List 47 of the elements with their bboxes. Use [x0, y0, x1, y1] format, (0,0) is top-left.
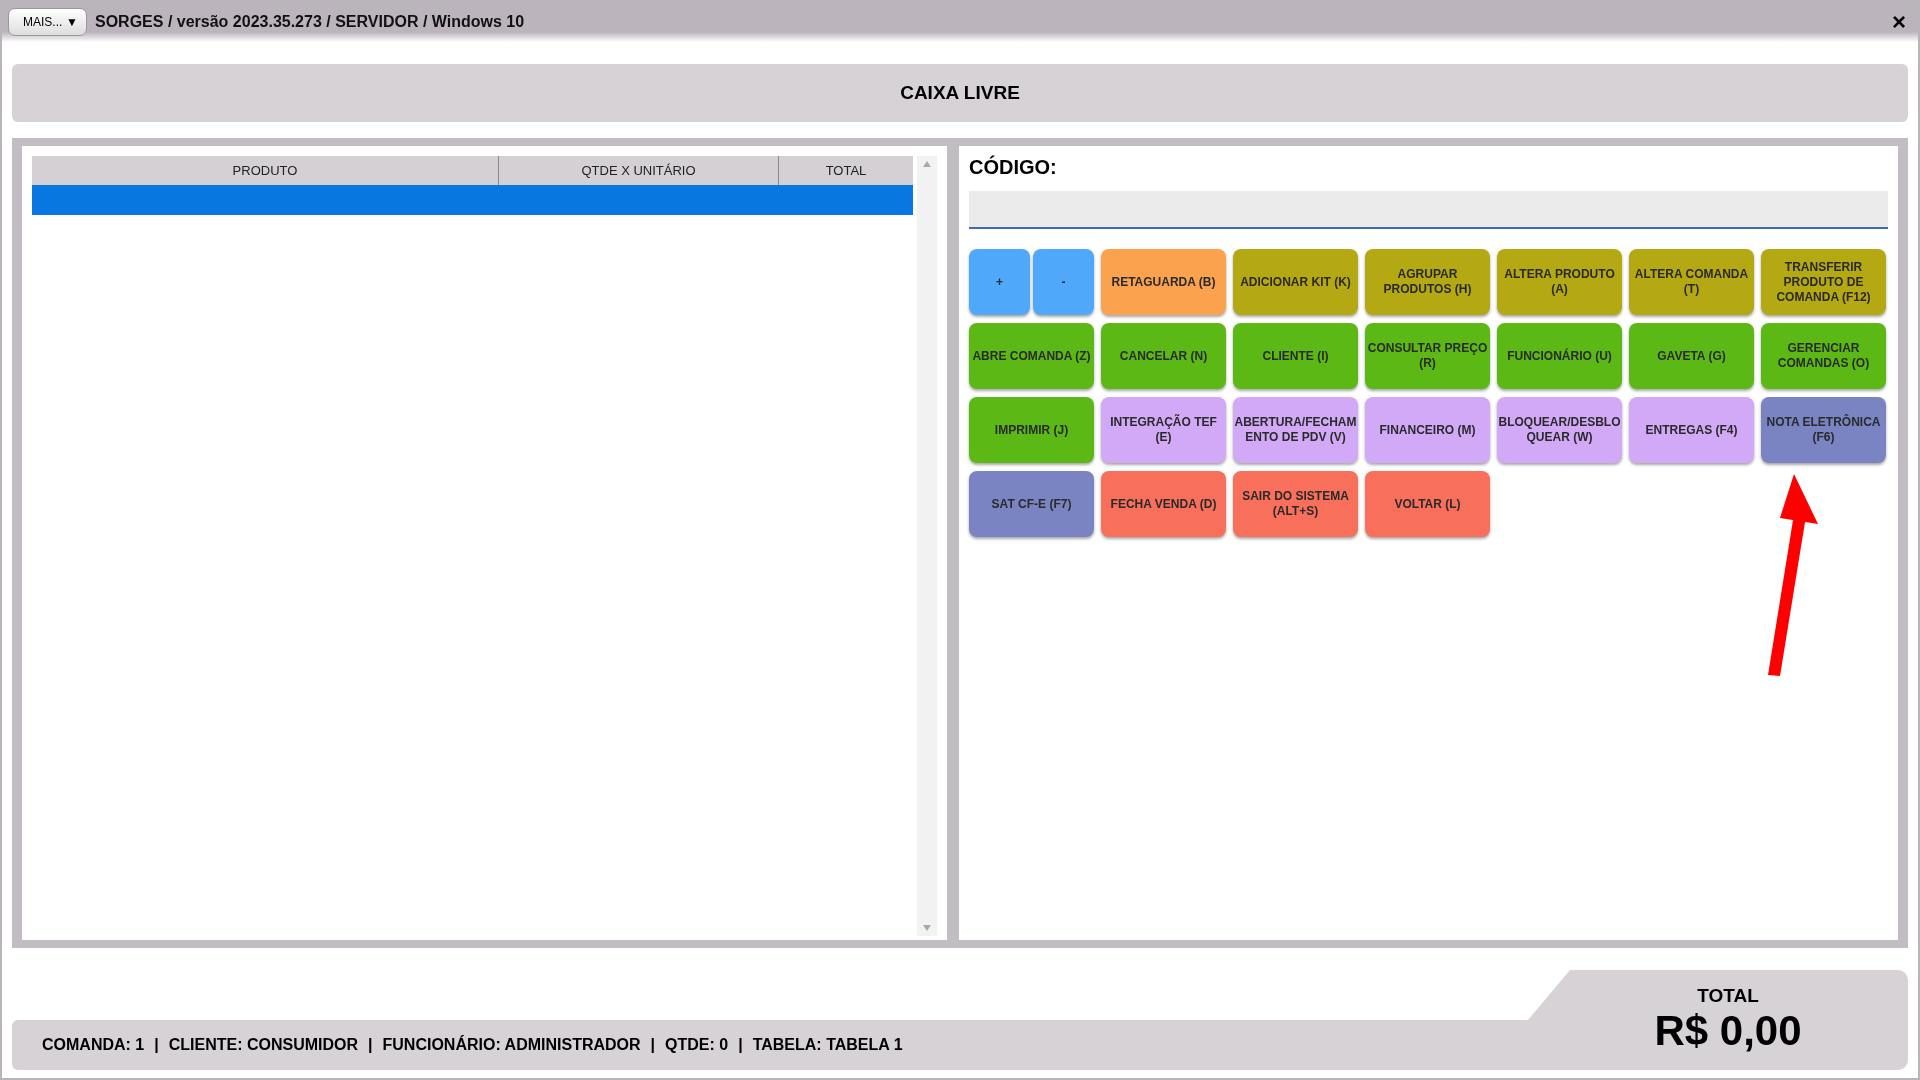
status-separator: | [154, 1036, 159, 1054]
keypad-button[interactable]: + [969, 249, 1030, 315]
action-button[interactable]: FECHA VENDA (D) [1101, 471, 1226, 537]
header-title: CAIXA LIVRE [900, 82, 1020, 104]
close-button[interactable]: × [1886, 8, 1912, 36]
status-text: CLIENTE: CONSUMIDOR [168, 1036, 359, 1054]
status-text: COMANDA: 1 [42, 1036, 145, 1054]
action-button[interactable]: GAVETA (G) [1629, 323, 1754, 389]
action-button[interactable]: ABERTURA/FECHAMENTO DE PDV (V) [1233, 397, 1358, 463]
total-value: R$ 0,00 [1654, 1007, 1802, 1055]
action-button[interactable]: IMPRIMIR (J) [969, 397, 1094, 463]
code-label: CÓDIGO: [969, 156, 1058, 179]
action-button[interactable]: ADICIONAR KIT (K) [1233, 249, 1358, 315]
action-button[interactable]: NOTA ELETRÔNICA (F6) [1761, 397, 1886, 463]
code-field[interactable] [969, 191, 1888, 229]
action-button[interactable]: CONSULTAR PREÇO (R) [1365, 323, 1490, 389]
status-text: FUNCIONÁRIO: ADMINISTRADOR [382, 1036, 641, 1054]
action-button[interactable]: CLIENTE (I) [1233, 323, 1358, 389]
action-button[interactable]: GERENCIAR COMANDAS (O) [1761, 323, 1886, 389]
menu-button[interactable]: MAIS... ▼ [8, 8, 87, 36]
window-title: SORGES / versão 2023.35.273 / SERVIDOR / Windows 10 [95, 13, 526, 31]
action-button[interactable]: VOLTAR (L) [1365, 471, 1490, 537]
action-button[interactable]: INTEGRAÇÃO TEF (E) [1101, 397, 1226, 463]
action-button[interactable]: BLOQUEAR/DESBLOQUEAR (W) [1497, 397, 1622, 463]
action-button[interactable]: TRANSFERIR PRODUTO DE COMANDA (F12) [1761, 249, 1886, 315]
action-button[interactable]: FINANCEIRO (M) [1365, 397, 1490, 463]
action-button[interactable]: SAT CF-E (F7) [969, 471, 1094, 537]
status-separator: | [650, 1036, 656, 1054]
status-separator: | [368, 1036, 373, 1054]
action-button[interactable]: RETAGUARDA (B) [1101, 249, 1226, 315]
scroll-bar[interactable] [917, 156, 937, 936]
column-header: TOTAL [824, 162, 868, 180]
action-button[interactable]: ALTERA COMANDA (T) [1629, 249, 1754, 315]
status-separator: | [738, 1036, 743, 1054]
status-text: QTDE: 0 [665, 1036, 729, 1054]
action-button[interactable]: ALTERA PRODUTO (A) [1497, 249, 1622, 315]
action-button[interactable]: CANCELAR (N) [1101, 323, 1226, 389]
action-button[interactable]: ABRE COMANDA (Z) [969, 323, 1094, 389]
keypad-button[interactable]: - [1033, 249, 1094, 315]
scroll-up-icon[interactable] [922, 160, 932, 168]
status-text: TABELA: TABELA 1 [752, 1036, 903, 1054]
total-label: TOTAL [1697, 985, 1759, 1007]
action-button[interactable]: AGRUPAR PRODUTOS (H) [1365, 249, 1490, 315]
scroll-down-icon[interactable] [922, 924, 932, 932]
action-button[interactable]: ENTREGAS (F4) [1629, 397, 1754, 463]
action-button[interactable]: SAIR DO SISTEMA (ALT+S) [1233, 471, 1358, 537]
action-button[interactable]: FUNCIONÁRIO (U) [1497, 323, 1622, 389]
